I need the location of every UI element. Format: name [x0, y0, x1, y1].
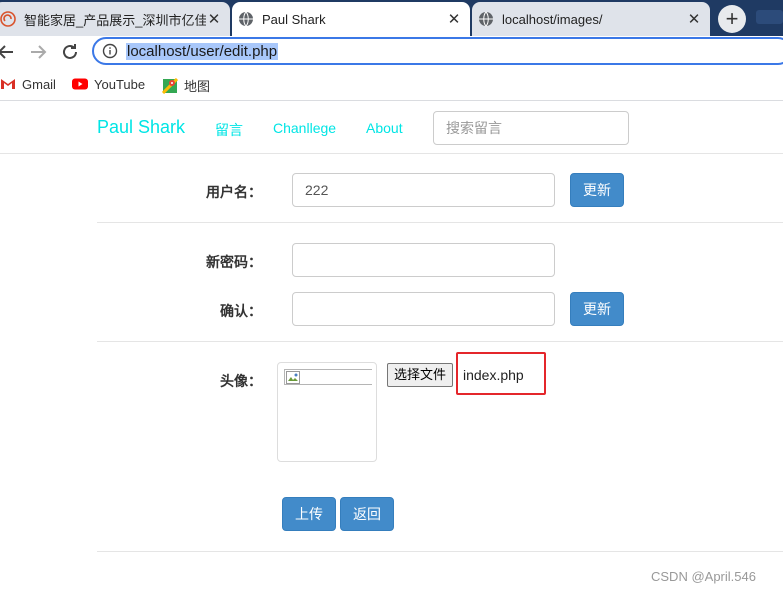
search-messages-input[interactable] [433, 111, 629, 145]
browser-tab-strip: 智能家居_产品展示_深圳市亿佳科 ✕ Paul Shark ✕ localhos… [0, 0, 783, 36]
divider [97, 551, 783, 552]
bookmark-label: YouTube [94, 76, 146, 92]
globe-icon [479, 11, 493, 27]
nav-link-messages[interactable]: 留言 [215, 120, 243, 140]
youtube-icon [72, 78, 88, 90]
divider [97, 222, 783, 223]
update-password-button[interactable]: 更新 [570, 292, 624, 326]
site-navbar: Paul Shark 留言 Chanllege About [0, 101, 783, 154]
globe-icon [239, 11, 253, 27]
new-tab-button[interactable]: + [718, 5, 746, 33]
new-password-input[interactable] [292, 243, 555, 277]
tab-title: 智能家居_产品展示_深圳市亿佳科 [24, 12, 206, 28]
address-url[interactable]: localhost/user/edit.php [126, 43, 279, 60]
site-info-icon[interactable] [102, 43, 118, 59]
nav-link-about[interactable]: About [366, 120, 403, 136]
divider [97, 341, 783, 342]
nav-link-challenge[interactable]: Chanllege [273, 120, 336, 136]
username-label: 用户名： [206, 184, 262, 200]
confirm-password-input[interactable] [292, 292, 555, 326]
confirm-password-label: 确认： [220, 303, 262, 319]
bookmark-label: Gmail [22, 76, 56, 92]
close-tab-icon[interactable]: ✕ [206, 10, 222, 28]
close-tab-icon[interactable]: ✕ [686, 10, 702, 28]
bookmark-youtube[interactable]: YouTube [72, 76, 145, 92]
bookmark-maps[interactable]: 地图 [162, 76, 210, 95]
reload-icon[interactable] [58, 40, 82, 64]
bookmarks-bar: Gmail YouTube 地图 [0, 70, 783, 101]
maps-icon [162, 77, 178, 94]
gmail-icon [1, 79, 15, 89]
annotation-highlight-box [456, 352, 546, 395]
upload-button[interactable]: 上传 [282, 497, 336, 531]
close-tab-icon[interactable]: ✕ [446, 10, 462, 28]
back-button[interactable]: 返回 [340, 497, 394, 531]
address-bar[interactable]: localhost/user/edit.php [92, 37, 783, 65]
back-arrow-icon[interactable] [0, 40, 18, 64]
tab-title: Paul Shark [262, 11, 326, 27]
avatar-preview [277, 362, 377, 462]
forward-arrow-icon[interactable] [26, 40, 50, 64]
browser-tab[interactable]: 智能家居_产品展示_深圳市亿佳科 ✕ [0, 2, 230, 36]
avatar-label: 头像： [220, 373, 262, 389]
browser-tab[interactable]: localhost/images/ ✕ [472, 2, 710, 36]
bookmark-gmail[interactable]: Gmail [0, 76, 56, 92]
site-swirl-icon [0, 11, 16, 27]
window-control-area [756, 10, 783, 24]
browser-tab-active[interactable]: Paul Shark ✕ [232, 2, 470, 36]
new-password-label: 新密码： [206, 254, 262, 270]
broken-image-icon [284, 369, 372, 385]
tab-title: localhost/images/ [502, 11, 603, 27]
username-input[interactable] [292, 173, 555, 207]
site-brand[interactable]: Paul Shark [97, 117, 185, 138]
browser-toolbar: localhost/user/edit.php [0, 36, 783, 68]
update-username-button[interactable]: 更新 [570, 173, 624, 207]
csdn-watermark: CSDN @April.546 [651, 569, 756, 584]
choose-file-button[interactable]: 选择文件 [387, 363, 454, 387]
bookmark-label: 地图 [184, 79, 211, 94]
